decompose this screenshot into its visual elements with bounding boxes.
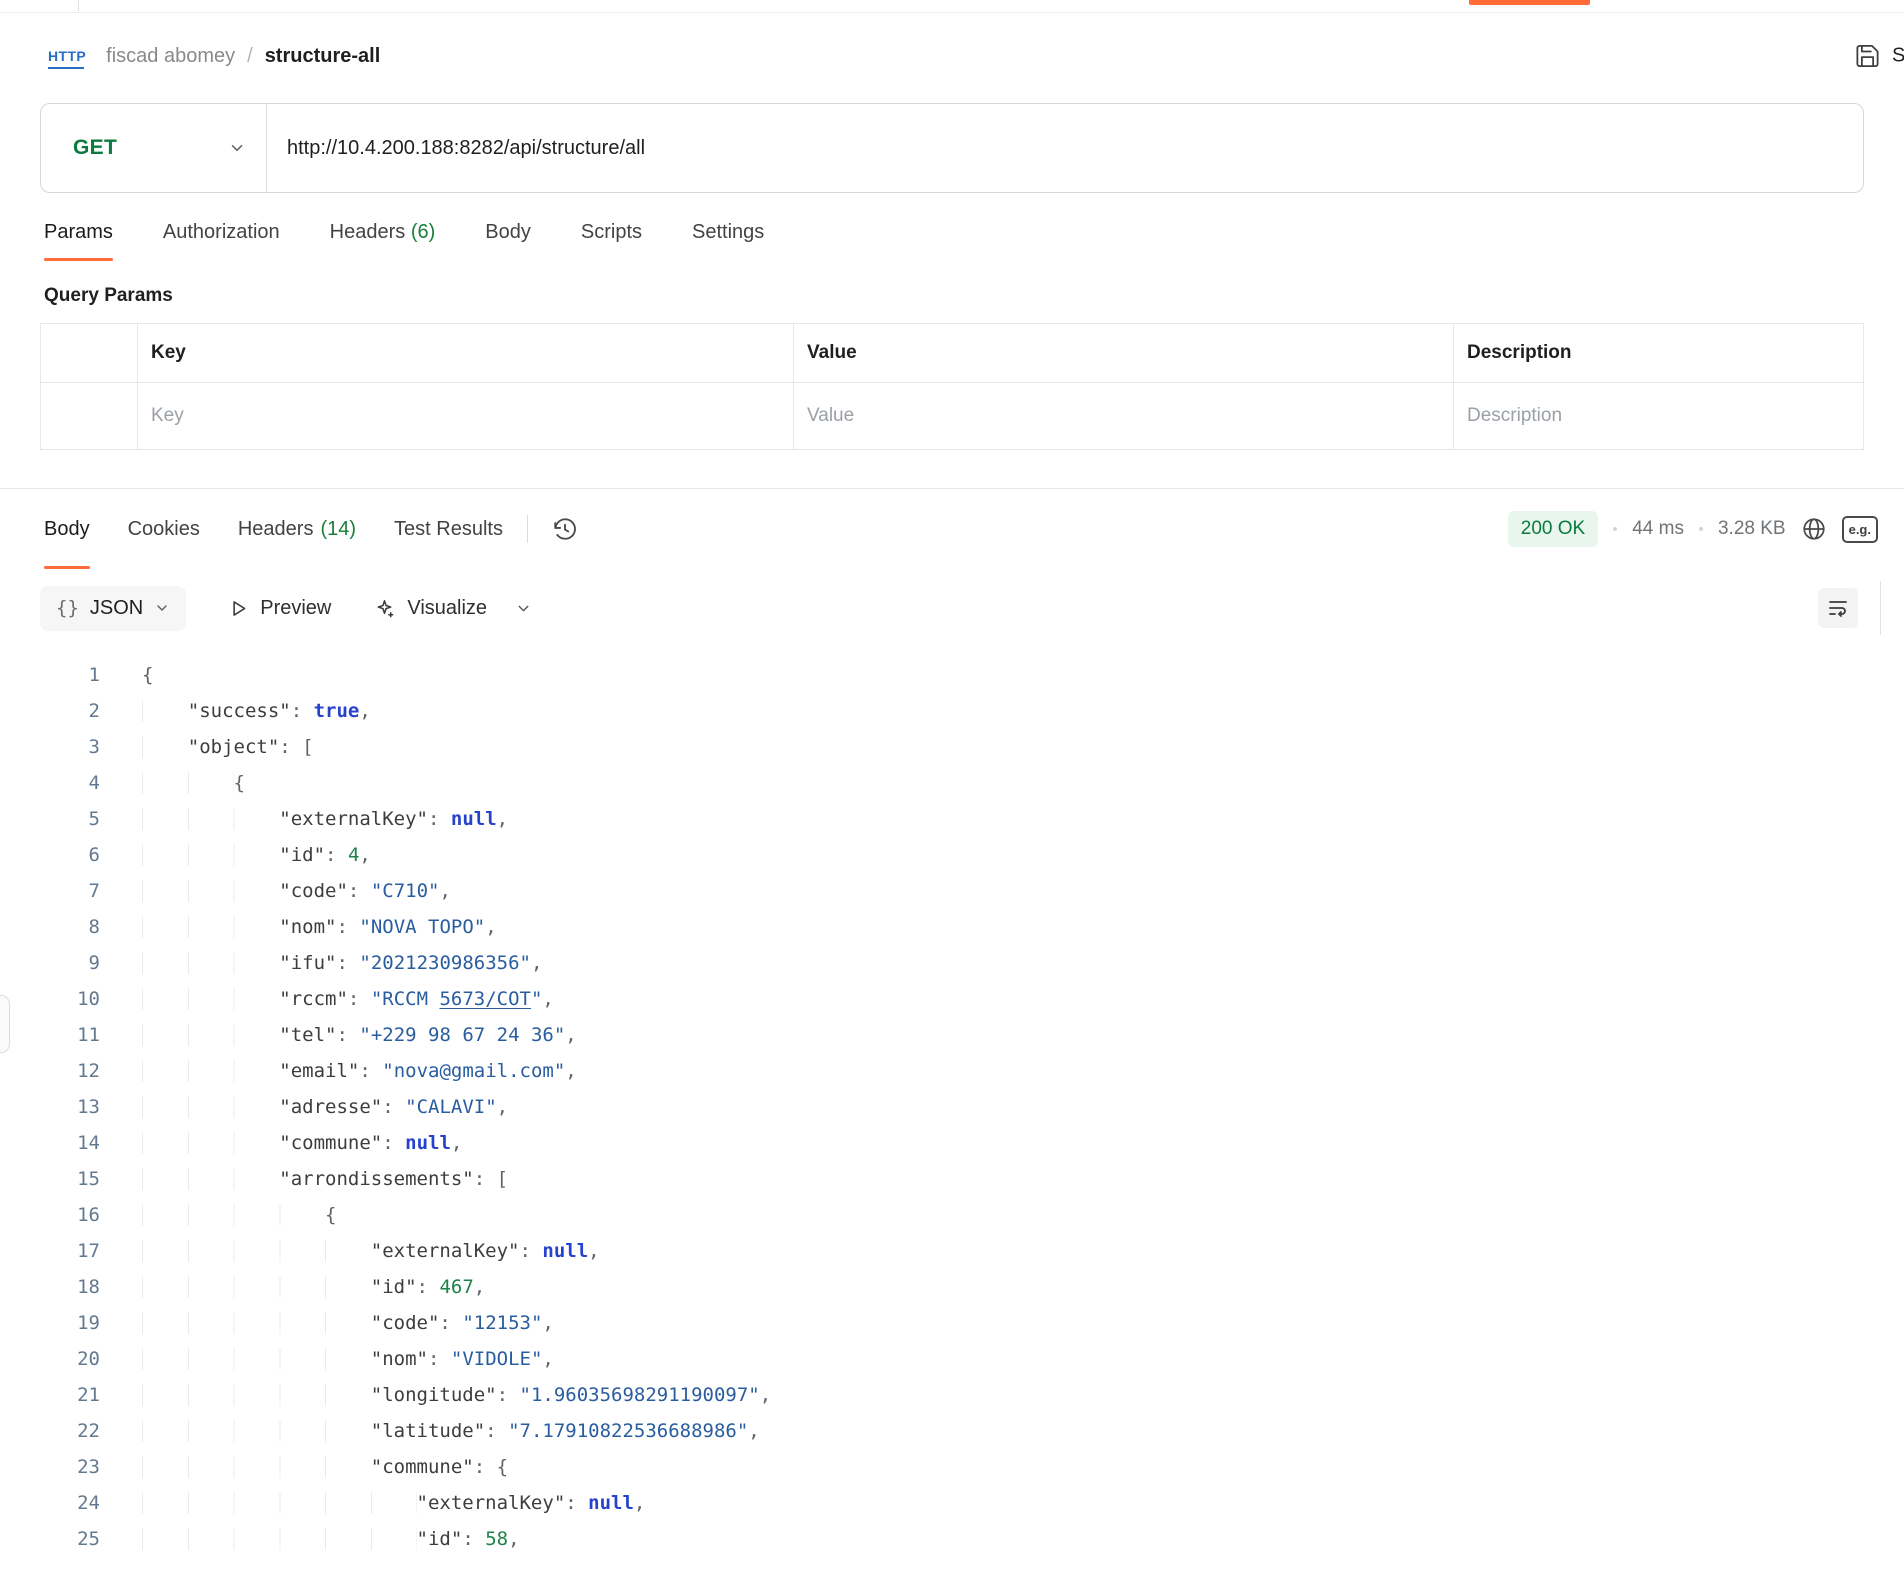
breadcrumb-separator: / <box>247 45 253 68</box>
response-headers-count: (14) <box>320 518 356 541</box>
active-tab-indicator <box>1469 0 1590 5</box>
response-tabs: Body Cookies Headers(14) Test Results <box>44 489 503 569</box>
visualize-label: Visualize <box>407 597 487 620</box>
format-selector[interactable]: {} JSON <box>40 586 186 631</box>
dot-separator <box>1699 527 1703 531</box>
response-history-button[interactable] <box>552 516 578 542</box>
wrap-lines-icon <box>1826 596 1850 620</box>
tab-authorization[interactable]: Authorization <box>163 221 280 261</box>
chevron-down-icon <box>228 139 246 157</box>
code-line: 24 "externalKey": null, <box>0 1485 1904 1521</box>
status-badge: 200 OK <box>1508 511 1598 547</box>
response-meta: 200 OK 44 ms 3.28 KB e.g. <box>1508 511 1878 547</box>
workspace-tab-strip <box>0 0 1904 13</box>
url-input[interactable]: http://10.4.200.188:8282/api/structure/a… <box>287 137 645 160</box>
response-tab-test-results[interactable]: Test Results <box>394 489 503 569</box>
dot-separator <box>1613 527 1617 531</box>
tab-scripts[interactable]: Scripts <box>581 221 642 261</box>
wrap-text-button[interactable] <box>1818 588 1858 628</box>
breadcrumb-collection[interactable]: fiscad abomey <box>106 45 235 68</box>
response-tab-body[interactable]: Body <box>44 489 90 569</box>
network-info-button[interactable] <box>1801 516 1827 542</box>
breadcrumb-request-name: structure-all <box>265 45 381 68</box>
save-icon <box>1854 43 1881 70</box>
method-selector[interactable]: GET <box>41 104 267 192</box>
play-icon <box>228 598 249 619</box>
key-input[interactable]: Key <box>138 383 794 450</box>
code-line: 1{ <box>0 657 1904 693</box>
chevron-down-icon <box>154 600 170 616</box>
sidebar-toggle-flap[interactable] <box>0 995 10 1053</box>
code-line: 22 "latitude": "7.17910822536688986", <box>0 1413 1904 1449</box>
response-section: Body Cookies Headers(14) Test Results 20… <box>0 488 1904 1557</box>
code-line: 3 "object": [ <box>0 729 1904 765</box>
preview-button[interactable]: Preview <box>228 597 331 620</box>
key-column-header: Key <box>138 324 794 383</box>
response-tabs-row: Body Cookies Headers(14) Test Results 20… <box>0 489 1904 569</box>
globe-icon <box>1801 516 1827 542</box>
code-line: 14 "commune": null, <box>0 1125 1904 1161</box>
code-line: 13 "adresse": "CALAVI", <box>0 1089 1904 1125</box>
code-line: 25 "id": 58, <box>0 1521 1904 1557</box>
tab-params[interactable]: Params <box>44 221 113 261</box>
query-params-table: Key Value Description Key Value Descript… <box>40 323 1864 450</box>
response-time: 44 ms <box>1632 518 1684 540</box>
save-as-example-button[interactable]: e.g. <box>1842 516 1878 543</box>
breadcrumb: HTTP fiscad abomey / structure-all Save <box>0 13 1904 99</box>
code-line: 18 "id": 467, <box>0 1269 1904 1305</box>
code-line: 23 "commune": { <box>0 1449 1904 1485</box>
select-column-header <box>41 324 138 383</box>
code-line: 16 { <box>0 1197 1904 1233</box>
response-size: 3.28 KB <box>1718 518 1786 540</box>
http-method-icon: HTTP <box>48 48 86 64</box>
code-line: 11 "tel": "+229 98 67 24 36", <box>0 1017 1904 1053</box>
code-line: 2 "success": true, <box>0 693 1904 729</box>
save-button-label: Save <box>1892 45 1904 68</box>
divider <box>1880 581 1881 635</box>
tab-settings[interactable]: Settings <box>692 221 764 261</box>
code-line: 5 "externalKey": null, <box>0 801 1904 837</box>
clock-history-icon <box>552 516 578 542</box>
code-line: 8 "nom": "NOVA TOPO", <box>0 909 1904 945</box>
braces-icon: {} <box>56 597 79 619</box>
query-params-heading: Query Params <box>44 285 1904 307</box>
code-line: 6 "id": 4, <box>0 837 1904 873</box>
code-line: 9 "ifu": "2021230986356", <box>0 945 1904 981</box>
response-tab-headers[interactable]: Headers(14) <box>238 489 356 569</box>
code-line: 10 "rccm": "RCCM 5673/COT", <box>0 981 1904 1017</box>
row-select-cell <box>41 383 138 450</box>
format-label: JSON <box>90 597 143 620</box>
code-line: 20 "nom": "VIDOLE", <box>0 1341 1904 1377</box>
description-input[interactable]: Description <box>1454 383 1864 450</box>
response-viewer-toolbar: {} JSON Preview Visualize <box>0 569 1904 647</box>
visualize-options-chevron[interactable] <box>515 600 532 617</box>
visualize-wand-icon <box>373 597 396 620</box>
code-line: 19 "code": "12153", <box>0 1305 1904 1341</box>
code-line: 17 "externalKey": null, <box>0 1233 1904 1269</box>
tab-separator <box>0 0 79 11</box>
visualize-button[interactable]: Visualize <box>373 597 487 620</box>
divider <box>527 515 528 543</box>
code-line: 7 "code": "C710", <box>0 873 1904 909</box>
code-lines: 1{2 "success": true,3 "object": [4 {5 "e… <box>0 657 1904 1557</box>
description-column-header: Description <box>1454 324 1864 383</box>
code-line: 4 { <box>0 765 1904 801</box>
table-header-row: Key Value Description <box>41 324 1864 383</box>
headers-count: (6) <box>411 221 435 243</box>
request-url-bar: GET http://10.4.200.188:8282/api/structu… <box>40 103 1864 193</box>
response-body-json: 1{2 "success": true,3 "object": [4 {5 "e… <box>0 647 1904 1557</box>
value-input[interactable]: Value <box>794 383 1454 450</box>
save-button[interactable]: Save <box>1854 43 1904 70</box>
tab-body[interactable]: Body <box>485 221 531 261</box>
response-tab-cookies[interactable]: Cookies <box>128 489 200 569</box>
value-column-header: Value <box>794 324 1454 383</box>
code-line: 12 "email": "nova@gmail.com", <box>0 1053 1904 1089</box>
code-line: 15 "arrondissements": [ <box>0 1161 1904 1197</box>
table-row: Key Value Description <box>41 383 1864 450</box>
request-tabs: Params Authorization Headers (6) Body Sc… <box>44 221 1904 261</box>
code-line: 21 "longitude": "1.96035698291190097", <box>0 1377 1904 1413</box>
preview-label: Preview <box>260 597 331 620</box>
method-label: GET <box>73 136 117 160</box>
tab-headers[interactable]: Headers (6) <box>330 221 436 261</box>
